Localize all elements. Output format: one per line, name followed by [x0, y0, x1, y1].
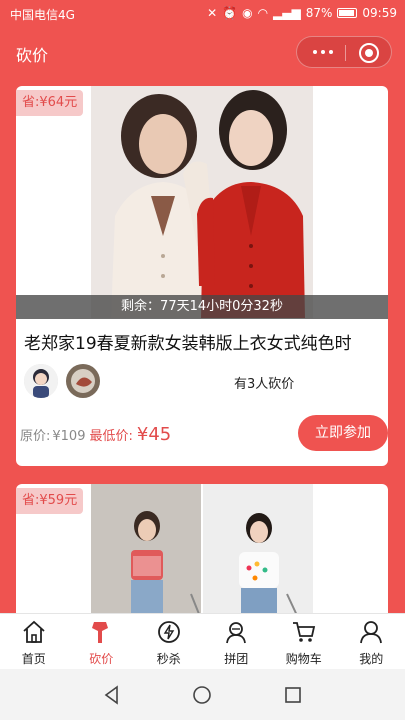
tab-cart[interactable]: 购物车 [270, 614, 338, 669]
wifi-icon: ◠ [257, 6, 269, 20]
save-badge: 省:¥64元 [16, 90, 84, 116]
eye-icon: ◉ [242, 6, 253, 20]
miniprogram-capsule [296, 36, 392, 68]
tab-label: 首页 [21, 652, 46, 666]
recents-icon[interactable] [283, 685, 303, 705]
tab-label: 砍价 [89, 652, 114, 666]
tab-group-buy[interactable]: 拼团 [203, 614, 271, 669]
tab-label: 购物车 [285, 652, 322, 666]
bargain-count: 有3人砍价 [234, 377, 295, 392]
capsule-divider [345, 45, 346, 61]
group-buy-icon [226, 622, 247, 644]
product-card[interactable]: 省:¥64元 剩余：77天14小时0分32秒 老郑家19春夏新款女装韩版上衣女式… [16, 86, 388, 466]
page-title: 砍价 [16, 46, 49, 65]
system-nav-bar [0, 669, 405, 720]
product-image[interactable] [91, 86, 313, 318]
home-circle-icon[interactable] [192, 685, 212, 705]
original-price-label: 原价: [20, 429, 51, 444]
user-icon [360, 621, 383, 644]
tab-label: 拼团 [224, 652, 249, 666]
clock: 09:59 [362, 6, 397, 20]
more-menu-button[interactable] [305, 37, 341, 67]
title-bar: 砍价 [0, 28, 405, 76]
tab-me[interactable]: 我的 [338, 614, 405, 669]
alarm-icon: ⏰ [222, 6, 238, 20]
bottom-tab-bar: 首页 砍价 秒杀 拼团 购物车 我的 [0, 613, 405, 669]
tab-bargain[interactable]: 砍价 [68, 614, 136, 669]
back-icon[interactable] [102, 685, 122, 705]
status-bar: 中国电信4G ✕ ⏰ ◉ ◠ ▂▄▆ 87% 09:59 [0, 0, 405, 28]
flash-sale-icon [157, 621, 180, 643]
close-miniprogram-button[interactable] [359, 43, 379, 63]
countdown-timer: 剩余：77天14小时0分32秒 [16, 295, 388, 319]
save-badge: 省:¥59元 [16, 488, 84, 514]
signal-icon: ▂▄▆ [273, 6, 301, 20]
min-price-label: 最低价: [89, 429, 133, 444]
battery-icon [337, 8, 358, 18]
original-price: ¥109 [52, 429, 86, 444]
mute-icon: ✕ [207, 6, 218, 20]
tab-label: 秒杀 [156, 652, 181, 666]
battery-percent: 87% [305, 6, 333, 20]
min-price: ¥45 [136, 424, 172, 445]
carrier-label: 中国电信4G [10, 8, 75, 22]
tab-flash-sale[interactable]: 秒杀 [135, 614, 203, 669]
join-now-button[interactable]: 立即参加 [298, 415, 388, 451]
bargainer-avatars [24, 364, 100, 398]
price-row: 原价: ¥109 最低价: ¥45 [20, 424, 171, 445]
avatar [24, 364, 58, 398]
cart-icon [292, 622, 315, 642]
axe-icon [92, 622, 109, 643]
tab-label: 我的 [359, 652, 384, 666]
home-icon [23, 620, 45, 643]
tab-home[interactable]: 首页 [0, 614, 68, 669]
product-card[interactable]: 省:¥59元 [16, 484, 388, 624]
product-photo [91, 484, 313, 624]
product-image[interactable] [91, 484, 313, 624]
product-title[interactable]: 老郑家19春夏新款女装韩版上衣女式纯色时 [24, 329, 384, 354]
product-photo [91, 86, 313, 318]
avatar [66, 364, 100, 398]
status-icons: ✕ ⏰ ◉ ◠ ▂▄▆ 87% 09:59 [207, 5, 397, 21]
